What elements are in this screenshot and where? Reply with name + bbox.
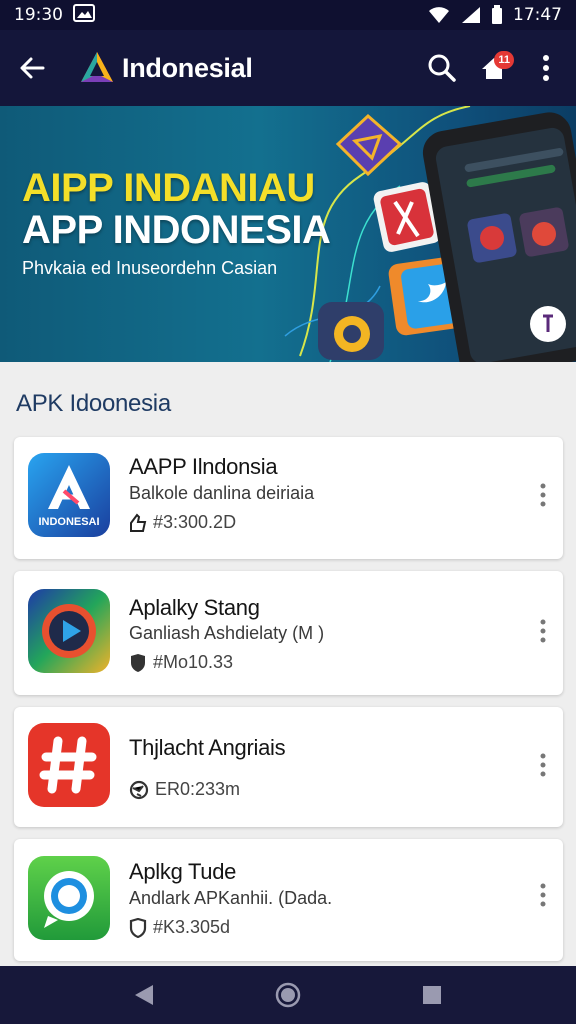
app-more-button[interactable] xyxy=(529,745,557,785)
app-name: Thjlacht Angriais xyxy=(129,735,286,760)
app-meta: #Mo10.33 xyxy=(129,652,233,673)
nav-back-button[interactable] xyxy=(121,972,167,1018)
app-icon-label: INDONESAI xyxy=(38,516,100,528)
app-bar: Indonesial 11 xyxy=(0,30,576,106)
app-meta-value: #Mo10.33 xyxy=(153,652,234,672)
system-nav-bar xyxy=(0,966,576,1024)
nav-recents-button[interactable] xyxy=(409,972,455,1018)
app-list-item-3[interactable]: Thjlacht Angriais ER0:233m xyxy=(14,707,563,827)
signal-icon xyxy=(461,6,481,24)
search-icon xyxy=(428,54,456,82)
recents-square-icon xyxy=(423,986,441,1004)
globe-icon xyxy=(129,780,149,799)
notification-button[interactable]: 11 xyxy=(468,42,520,94)
app-meta-value: ER0:233m xyxy=(155,779,241,799)
app-more-button[interactable] xyxy=(529,875,557,915)
diamond-app-icon xyxy=(335,113,403,177)
back-triangle-icon xyxy=(135,985,153,1005)
app-title: Indonesial xyxy=(122,52,253,83)
app-list-item-1[interactable]: INDONESAI AAPP Ilndonsia Balkole danlina… xyxy=(14,437,563,559)
app-list-item-2[interactable]: Aplalky Stang Ganliash Ashdielaty (M ) #… xyxy=(14,571,563,695)
status-time-left: 19:30 xyxy=(14,5,63,25)
search-button[interactable] xyxy=(416,42,468,94)
app-more-button[interactable] xyxy=(529,475,557,515)
app-meta: #3:300.2D xyxy=(129,512,236,533)
app-name: Aplalky Stang xyxy=(129,595,260,620)
more-vert-icon xyxy=(543,55,549,81)
notification-badge: 11 xyxy=(494,51,514,69)
status-time-right: 17:47 xyxy=(513,5,562,25)
more-options-button[interactable] xyxy=(520,42,572,94)
home-circle-icon xyxy=(275,982,301,1008)
gallery-icon xyxy=(73,3,95,27)
banner-subtitle: Phvkaia ed Inuseordehn Casian xyxy=(22,258,278,278)
promo-banner[interactable]: AIPP INDANIAU APP INDONESIA Phvkaia ed I… xyxy=(0,106,576,362)
app-meta: ER0:233m xyxy=(129,779,240,800)
shield-icon xyxy=(129,917,147,938)
play-icon xyxy=(28,589,110,673)
more-vert-icon xyxy=(540,753,546,777)
app-name: AAPP Ilndonsia xyxy=(129,454,278,479)
more-vert-icon xyxy=(540,883,546,907)
banner-title-line2: APP INDONESIA xyxy=(22,208,331,252)
section-title: APK Idoonesia xyxy=(16,390,171,417)
battery-icon xyxy=(491,5,503,25)
app-name: Aplkg Tude xyxy=(129,859,237,884)
camera-app-icon xyxy=(318,302,384,360)
app-meta: #K3.305d xyxy=(129,917,230,938)
app-more-button[interactable] xyxy=(529,611,557,651)
app-description: Andlark APKanhii. (Dada. xyxy=(129,888,333,908)
wifi-icon xyxy=(427,6,451,24)
status-bar: 19:30 17:47 xyxy=(0,0,576,30)
back-arrow-icon xyxy=(20,57,45,79)
app-description: Ganliash Ashdielaty (M ) xyxy=(129,623,325,643)
app-description: Balkole danlina deiriaia xyxy=(129,483,315,503)
hash-icon xyxy=(28,723,110,807)
thumb-icon xyxy=(130,512,147,532)
app-meta-value: #K3.305d xyxy=(153,917,231,937)
more-vert-icon xyxy=(540,483,546,507)
app-list-item-4[interactable]: Aplkg Tude Andlark APKanhii. (Dada. #K3.… xyxy=(14,839,563,961)
app-logo-icon xyxy=(78,49,116,87)
chat-icon xyxy=(28,856,110,940)
shield-icon xyxy=(131,653,145,672)
banner-title-line1: AIPP INDANIAU xyxy=(22,166,315,210)
nav-home-button[interactable] xyxy=(265,972,311,1018)
back-button[interactable] xyxy=(6,42,58,94)
app-meta-value: #3:300.2D xyxy=(153,512,237,532)
a-logo-icon: INDONESAI xyxy=(28,453,110,537)
more-vert-icon xyxy=(540,619,546,643)
